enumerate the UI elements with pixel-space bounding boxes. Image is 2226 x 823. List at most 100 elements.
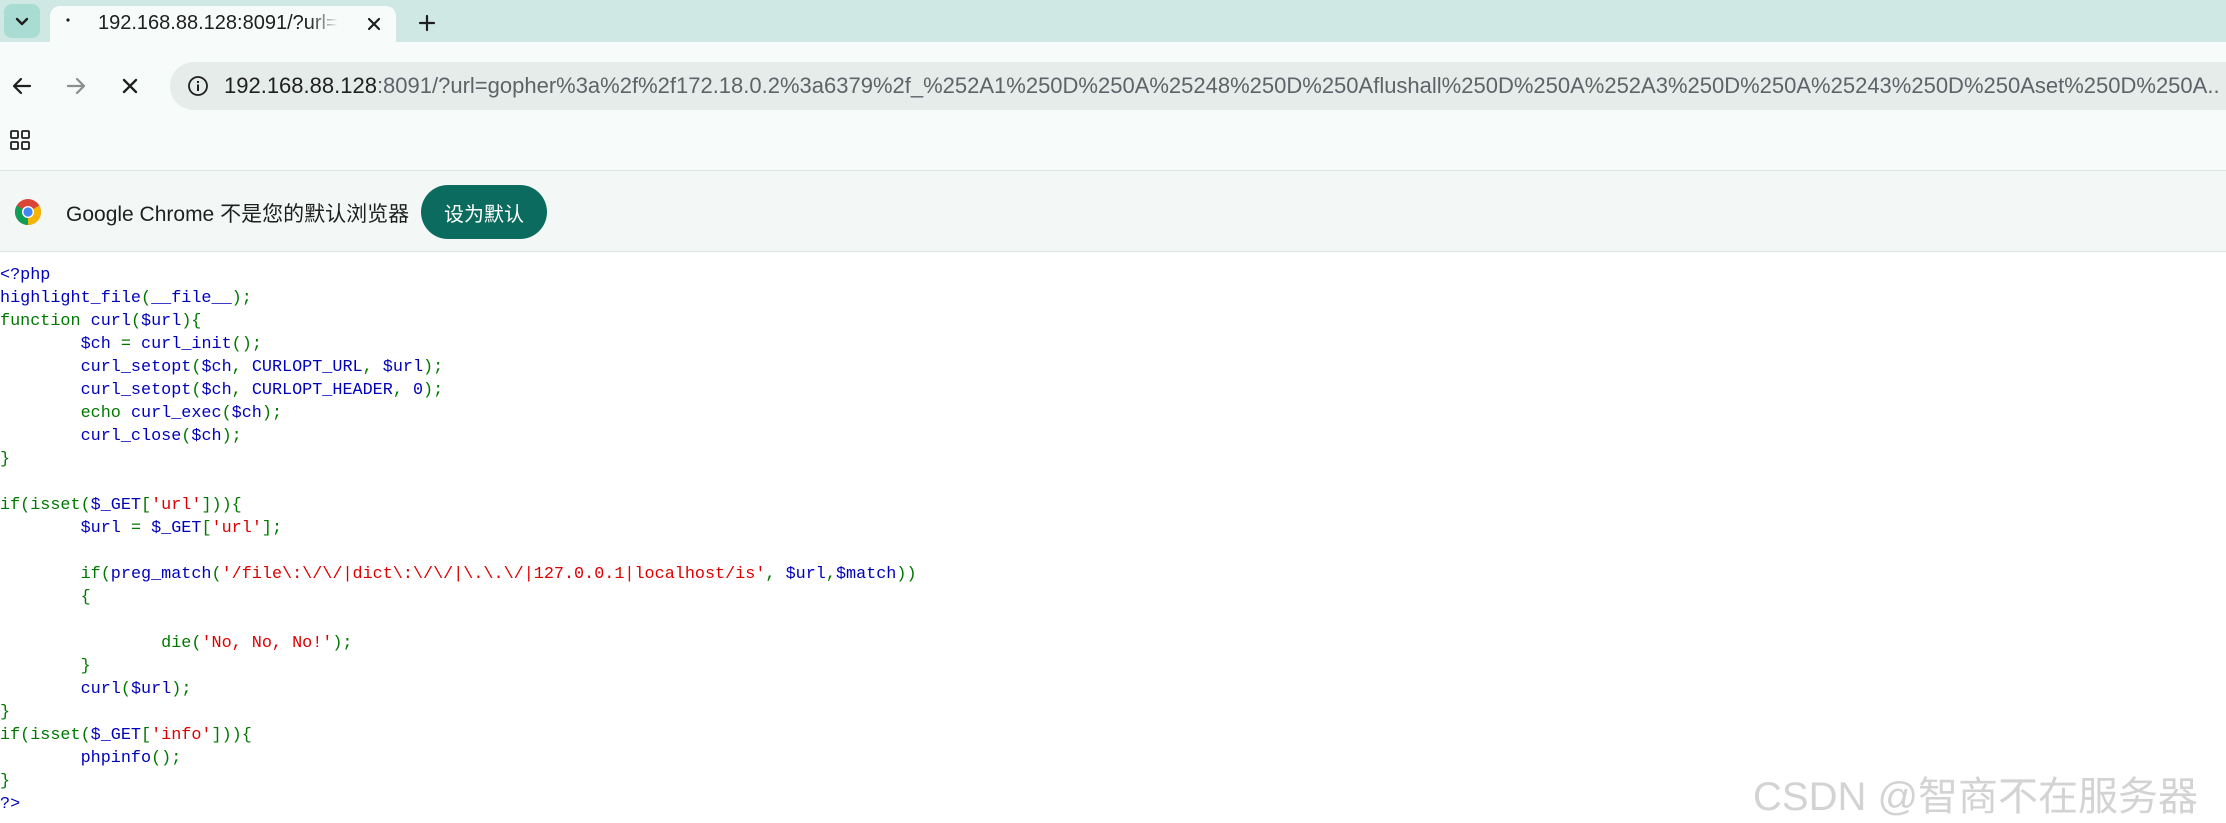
- code-line: {: [0, 586, 1100, 609]
- csdn-watermark: CSDN @智商不在服务器: [1753, 775, 2199, 819]
- code-token: ,: [765, 565, 786, 584]
- code-line: if(preg_match('/file\:\/\/|dict\:\/\/|\.…: [0, 563, 1100, 586]
- code-token: );: [231, 289, 252, 308]
- code-line: }: [0, 655, 1100, 678]
- close-icon: [122, 78, 138, 94]
- site-info-button[interactable]: [182, 70, 214, 102]
- code-token: function: [0, 312, 91, 331]
- active-tab[interactable]: 192.168.88.128:8091/?url=gopher%3a%2f%2f…: [50, 6, 396, 42]
- code-token: $url: [141, 312, 182, 331]
- code-token: phpinfo: [80, 749, 152, 768]
- tab-strip: 192.168.88.128:8091/?url=gopher%3a%2f%2f…: [0, 0, 2226, 42]
- code-token: ?>: [0, 795, 21, 814]
- code-token: {: [0, 588, 91, 607]
- new-tab-button[interactable]: [412, 8, 442, 38]
- code-token: CURLOPT_URL: [251, 358, 363, 377]
- tab-title: 192.168.88.128:8091/?url=gopher%3a%2f%2f…: [98, 12, 338, 34]
- code-token: );: [221, 427, 242, 446]
- default-browser-infobar: Google Chrome 不是您的默认浏览器 设为默认: [0, 170, 2226, 252]
- info-icon: [188, 76, 208, 96]
- code-token: (: [221, 404, 232, 423]
- code-token: curl_setopt: [80, 381, 192, 400]
- code-token: );: [261, 404, 283, 423]
- toolbar: 192.168.88.128:8091/?url=gopher%3a%2f%2f…: [0, 42, 2226, 170]
- stop-button[interactable]: [114, 70, 146, 102]
- code-line: $url = $_GET['url'];: [0, 517, 1100, 540]
- code-token: }: [0, 657, 91, 676]
- code-line: if(isset($_GET['info'])){: [0, 724, 1100, 747]
- code-token: $_GET: [90, 726, 141, 745]
- code-line: curl_setopt($ch, CURLOPT_URL, $url);: [0, 356, 1100, 379]
- code-token: $match: [835, 565, 897, 584]
- code-token: $url: [130, 680, 172, 699]
- code-token: $ch: [80, 335, 121, 354]
- address-bar[interactable]: 192.168.88.128:8091/?url=gopher%3a%2f%2f…: [170, 62, 2226, 110]
- set-default-button[interactable]: 设为默认: [421, 185, 547, 239]
- code-token: curl_close: [80, 427, 182, 446]
- code-token: );: [332, 634, 353, 653]
- code-token: $_GET: [90, 496, 141, 515]
- code-line: }: [0, 770, 1100, 793]
- chevron-down-icon: [15, 17, 29, 26]
- url-text[interactable]: 192.168.88.128:8091/?url=gopher%3a%2f%2f…: [224, 73, 2219, 99]
- code-token: curl_init: [141, 335, 232, 354]
- infobar-message: Google Chrome 不是您的默认浏览器: [66, 203, 410, 226]
- code-token: (: [191, 381, 202, 400]
- code-token: $url: [785, 565, 826, 584]
- code-token: )): [896, 565, 917, 584]
- tab-search-button[interactable]: [4, 4, 40, 38]
- code-token: $ch: [191, 427, 222, 446]
- code-token: die(: [161, 634, 202, 653]
- code-token: ,: [231, 381, 252, 400]
- code-token: if(: [80, 565, 111, 584]
- code-token: ,: [825, 565, 836, 584]
- loading-icon: [66, 18, 70, 22]
- code-line: curl_close($ch);: [0, 425, 1100, 448]
- code-token: $ch: [201, 381, 232, 400]
- code-token: }: [0, 772, 11, 791]
- apps-button[interactable]: [6, 126, 34, 154]
- code-token: );: [171, 680, 192, 699]
- code-token: $_GET: [151, 519, 202, 538]
- code-token: );: [423, 381, 444, 400]
- code-token: $url: [382, 358, 424, 377]
- code-line: }: [0, 701, 1100, 724]
- tab-close-button[interactable]: [362, 12, 386, 36]
- code-token: (: [130, 312, 142, 331]
- code-line: die('No, No, No!');: [0, 632, 1100, 655]
- code-line: ?>: [0, 793, 1100, 816]
- forward-button[interactable]: [60, 70, 92, 102]
- code-token: }: [0, 703, 11, 722]
- code-token: ();: [231, 335, 262, 354]
- code-token: (: [141, 289, 152, 308]
- code-token: 'url': [151, 496, 202, 515]
- url-host: 192.168.88.128: [224, 73, 377, 98]
- code-token: 'No, No, No!': [201, 634, 333, 653]
- code-line: <?php: [0, 264, 1100, 287]
- back-button[interactable]: [6, 70, 38, 102]
- code-token: 0: [412, 381, 424, 400]
- code-token: '/file\:\/\/|dict\:\/\/|\.\.\/|127.0.0.1…: [221, 565, 766, 584]
- code-token: ])){: [201, 496, 242, 515]
- code-token: if(isset(: [0, 726, 91, 745]
- code-token: ])){: [211, 726, 252, 745]
- code-token: curl_exec: [130, 404, 222, 423]
- plus-icon: [418, 14, 436, 32]
- grid-icon: [10, 130, 30, 150]
- code-token: ){: [181, 312, 202, 331]
- code-token: $url: [80, 519, 131, 538]
- code-token: [: [141, 496, 152, 515]
- code-token: preg_match: [110, 565, 212, 584]
- arrow-right-icon: [66, 77, 86, 95]
- code-token: }: [0, 450, 11, 469]
- code-token: 'url': [211, 519, 262, 538]
- code-token: (: [191, 358, 202, 377]
